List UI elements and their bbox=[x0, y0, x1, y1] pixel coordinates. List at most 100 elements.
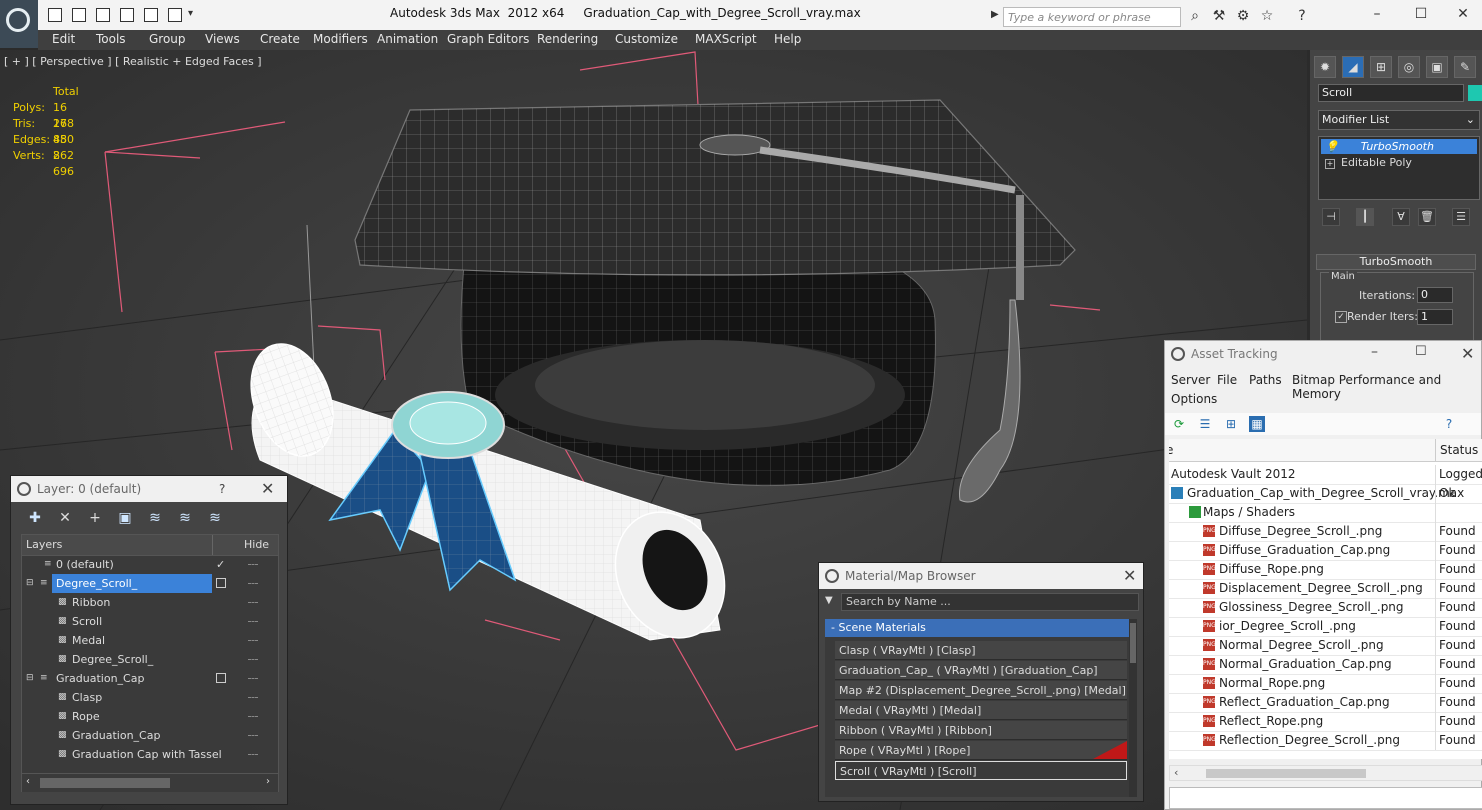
tree-view-icon[interactable]: ⊞ bbox=[1223, 416, 1239, 432]
hide-toggle[interactable] bbox=[248, 697, 258, 699]
highlight-layer-icon[interactable]: ≋ bbox=[145, 508, 165, 528]
scroll-thumb[interactable] bbox=[1206, 769, 1366, 778]
scroll-thumb[interactable] bbox=[40, 778, 170, 788]
undo-icon[interactable] bbox=[120, 8, 134, 22]
close-icon[interactable]: ✕ bbox=[261, 479, 274, 498]
modifier-list-dropdown[interactable]: Modifier List ⌄ bbox=[1318, 110, 1480, 130]
scroll-thumb[interactable] bbox=[1130, 623, 1136, 663]
layer-row[interactable]: ⊟ ≡ Graduation_Cap bbox=[22, 669, 278, 688]
asset-row[interactable]: Maps / Shaders bbox=[1169, 503, 1482, 523]
collapse-icon[interactable]: ⊟ bbox=[26, 578, 36, 588]
menu-help[interactable]: Help bbox=[774, 32, 801, 46]
asset-row[interactable]: PNG Reflect_Graduation_Cap.png Found bbox=[1169, 693, 1482, 713]
material-item[interactable]: Ribbon ( VRayMtl ) [Ribbon] bbox=[835, 721, 1127, 740]
material-browser-titlebar[interactable]: Material/Map Browser ✕ bbox=[819, 563, 1143, 589]
menu-modifiers[interactable]: Modifiers bbox=[313, 32, 368, 46]
column-layers[interactable]: Layers bbox=[26, 538, 62, 551]
material-item-selected[interactable]: Scroll ( VRayMtl ) [Scroll] bbox=[835, 761, 1127, 780]
list-view-icon[interactable]: ☰ bbox=[1197, 416, 1213, 432]
hide-toggle[interactable] bbox=[248, 735, 258, 737]
material-item[interactable]: Graduation_Cap_ ( VRayMtl ) [Graduation_… bbox=[835, 661, 1127, 680]
modify-tab-icon[interactable]: ◢ bbox=[1342, 56, 1364, 78]
hide-toggle[interactable] bbox=[248, 678, 258, 680]
layer-object-row[interactable]: ▩ Graduation Cap with Tassel bbox=[22, 745, 278, 764]
asset-row[interactable]: PNG Reflect_Rope.png Found bbox=[1169, 712, 1482, 732]
layer-object-row[interactable]: ▩ Rope bbox=[22, 707, 278, 726]
layer-object-row[interactable]: ▩ Scroll bbox=[22, 612, 278, 631]
asset-row[interactable]: PNG Displacement_Degree_Scroll_.png Found bbox=[1169, 579, 1482, 599]
search-input[interactable]: Type a keyword or phrase bbox=[1003, 7, 1181, 27]
layer-object-row[interactable]: ▩ Degree_Scroll_ bbox=[22, 650, 278, 669]
close-icon[interactable]: ✕ bbox=[1123, 566, 1136, 585]
menu-create[interactable]: Create bbox=[260, 32, 300, 46]
menu-maxscript[interactable]: MAXScript bbox=[695, 32, 757, 46]
remove-modifier-icon[interactable]: 🗑 bbox=[1418, 208, 1436, 226]
help-icon[interactable]: ? bbox=[1441, 416, 1457, 432]
browser-options-icon[interactable]: ▼ bbox=[825, 595, 833, 606]
freeze-all-icon[interactable]: ≋ bbox=[205, 508, 225, 528]
column-status[interactable]: Status bbox=[1435, 439, 1482, 462]
turbosmooth-rollout[interactable]: TurboSmooth bbox=[1316, 254, 1476, 270]
menu-animation[interactable]: Animation bbox=[377, 32, 438, 46]
render-iters-checkbox[interactable]: ✓ bbox=[1335, 311, 1347, 323]
save-file-icon[interactable] bbox=[96, 8, 110, 22]
asset-row[interactable]: PNG Glossiness_Degree_Scroll_.png Found bbox=[1169, 598, 1482, 618]
make-unique-icon[interactable]: ∀ bbox=[1392, 208, 1410, 226]
asset-menu-file[interactable]: File bbox=[1217, 373, 1237, 387]
create-layer-icon[interactable]: ✚ bbox=[25, 508, 45, 528]
asset-row[interactable]: PNG Normal_Rope.png Found bbox=[1169, 674, 1482, 694]
iterations-spinner[interactable]: 0 bbox=[1417, 287, 1453, 303]
material-search-input[interactable]: Search by Name ... bbox=[841, 593, 1139, 611]
asset-row[interactable]: PNG Diffuse_Rope.png Found bbox=[1169, 560, 1482, 580]
asset-row[interactable]: PNG Normal_Degree_Scroll_.png Found bbox=[1169, 636, 1482, 656]
hide-toggle[interactable] bbox=[248, 754, 258, 756]
communication-icon[interactable]: ⚙ bbox=[1235, 8, 1251, 24]
subscription-icon[interactable]: ⚒ bbox=[1211, 8, 1227, 24]
expand-plus-icon[interactable]: + bbox=[1325, 159, 1335, 169]
asset-row[interactable]: PNG Diffuse_Graduation_Cap.png Found bbox=[1169, 541, 1482, 561]
refresh-icon[interactable]: ⟳ bbox=[1171, 416, 1187, 432]
asset-menu-options[interactable]: Options bbox=[1171, 392, 1217, 406]
search-expand-icon[interactable]: ▶ bbox=[991, 9, 999, 20]
pin-stack-icon[interactable]: ⊣ bbox=[1322, 208, 1340, 226]
app-logo-icon[interactable] bbox=[0, 0, 38, 48]
material-item[interactable]: Rope ( VRayMtl ) [Rope] bbox=[835, 741, 1127, 760]
scene-materials-group[interactable]: - Scene Materials bbox=[825, 619, 1135, 637]
hide-toggle[interactable] bbox=[248, 716, 258, 718]
material-item[interactable]: Clasp ( VRayMtl ) [Clasp] bbox=[835, 641, 1127, 660]
object-color-swatch[interactable] bbox=[1468, 85, 1482, 101]
open-file-icon[interactable] bbox=[72, 8, 86, 22]
layer-row[interactable]: ⊟ ≡ Degree_Scroll_ bbox=[22, 574, 278, 593]
collapse-icon[interactable]: ⊟ bbox=[26, 673, 36, 683]
material-item[interactable]: Medal ( VRayMtl ) [Medal] bbox=[835, 701, 1127, 720]
asset-row[interactable]: Autodesk Vault 2012 Logged bbox=[1169, 465, 1482, 485]
quick-access-dropdown-icon[interactable]: ▾ bbox=[188, 8, 193, 19]
asset-row[interactable]: Graduation_Cap_with_Degree_Scroll_vray.m… bbox=[1169, 484, 1482, 504]
layer-object-row[interactable]: ▩ Clasp bbox=[22, 688, 278, 707]
motion-tab-icon[interactable]: ◎ bbox=[1398, 56, 1420, 78]
menu-edit[interactable]: Edit bbox=[52, 32, 75, 46]
menu-customize[interactable]: Customize bbox=[615, 32, 678, 46]
column-name[interactable]: e bbox=[1169, 439, 1435, 462]
scroll-left-icon[interactable]: ‹ bbox=[1174, 766, 1178, 779]
binoculars-icon[interactable]: ⌕ bbox=[1187, 8, 1203, 24]
hide-toggle[interactable] bbox=[248, 564, 258, 566]
new-file-icon[interactable] bbox=[48, 8, 62, 22]
table-view-icon[interactable]: ▦ bbox=[1249, 416, 1265, 432]
asset-tracking-titlebar[interactable]: Asset Tracking – ☐ ✕ bbox=[1165, 341, 1481, 367]
stack-item-turbosmooth[interactable]: 💡 TurboSmooth bbox=[1321, 139, 1477, 154]
lightbulb-icon[interactable]: 💡 bbox=[1325, 140, 1339, 153]
create-tab-icon[interactable]: ✹ bbox=[1314, 56, 1336, 78]
hierarchy-tab-icon[interactable]: ⊞ bbox=[1370, 56, 1392, 78]
hide-toggle[interactable] bbox=[248, 621, 258, 623]
display-tab-icon[interactable]: ▣ bbox=[1426, 56, 1448, 78]
hide-toggle[interactable] bbox=[248, 583, 258, 585]
add-to-layer-icon[interactable]: + bbox=[85, 508, 105, 528]
horizontal-scrollbar[interactable]: ‹ bbox=[1169, 765, 1482, 781]
viewport-label[interactable]: [ + ] [ Perspective ] [ Realistic + Edge… bbox=[4, 55, 262, 68]
object-name-field[interactable]: Scroll bbox=[1318, 84, 1464, 102]
vertical-scrollbar[interactable] bbox=[1129, 619, 1137, 797]
maximize-icon[interactable]: ☐ bbox=[1415, 344, 1427, 359]
column-hide[interactable]: Hide bbox=[244, 538, 269, 551]
asset-row[interactable]: PNG Reflection_Degree_Scroll_.png Found bbox=[1169, 731, 1482, 751]
